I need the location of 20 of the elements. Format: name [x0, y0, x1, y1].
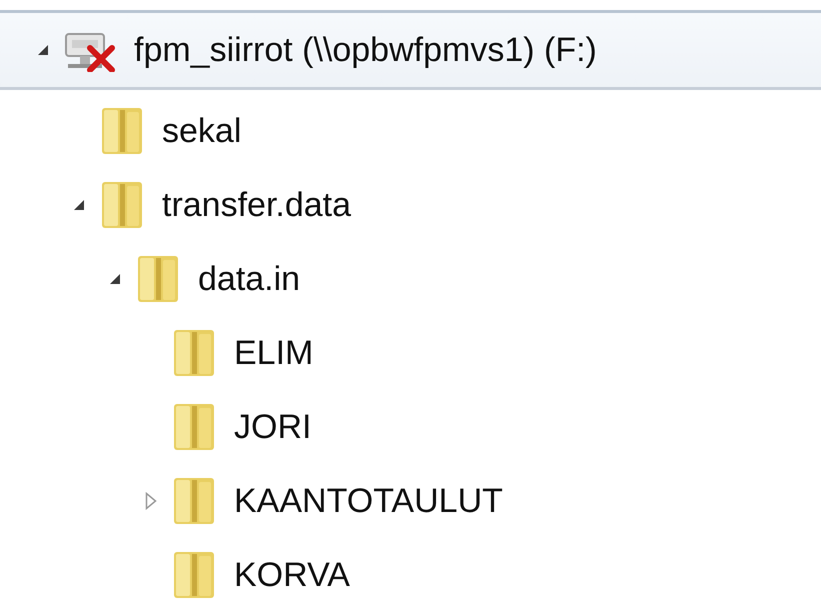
tree-item-label[interactable]: sekal	[162, 112, 242, 150]
tree-item-label[interactable]: KORVA	[234, 556, 350, 594]
tree-item-label[interactable]: ELIM	[234, 334, 314, 372]
tree-item-label: fpm_siirrot (\\opbwfpmvs1) (F:)	[134, 30, 597, 70]
tree-item-label[interactable]: data.in	[198, 260, 300, 298]
expanded-arrow-icon[interactable]	[109, 273, 121, 285]
folder-icon	[172, 476, 216, 526]
selected-tree-row[interactable]: fpm_siirrot (\\opbwfpmvs1) (F:)	[0, 10, 821, 90]
folder-icon	[172, 328, 216, 378]
tree-item-label[interactable]: KAANTOTAULUT	[234, 482, 503, 520]
folder-icon	[136, 254, 180, 304]
tree-item-label[interactable]: JORI	[234, 408, 312, 446]
tree-item-label[interactable]: transfer.data	[162, 186, 352, 224]
folder-icon	[172, 402, 216, 452]
folder-icon	[100, 106, 144, 156]
folder-icon	[100, 180, 144, 230]
expanded-arrow-icon[interactable]	[37, 44, 49, 56]
folder-icon	[172, 550, 216, 600]
collapsed-arrow-icon[interactable]	[145, 492, 157, 510]
expanded-arrow-icon[interactable]	[73, 199, 85, 211]
